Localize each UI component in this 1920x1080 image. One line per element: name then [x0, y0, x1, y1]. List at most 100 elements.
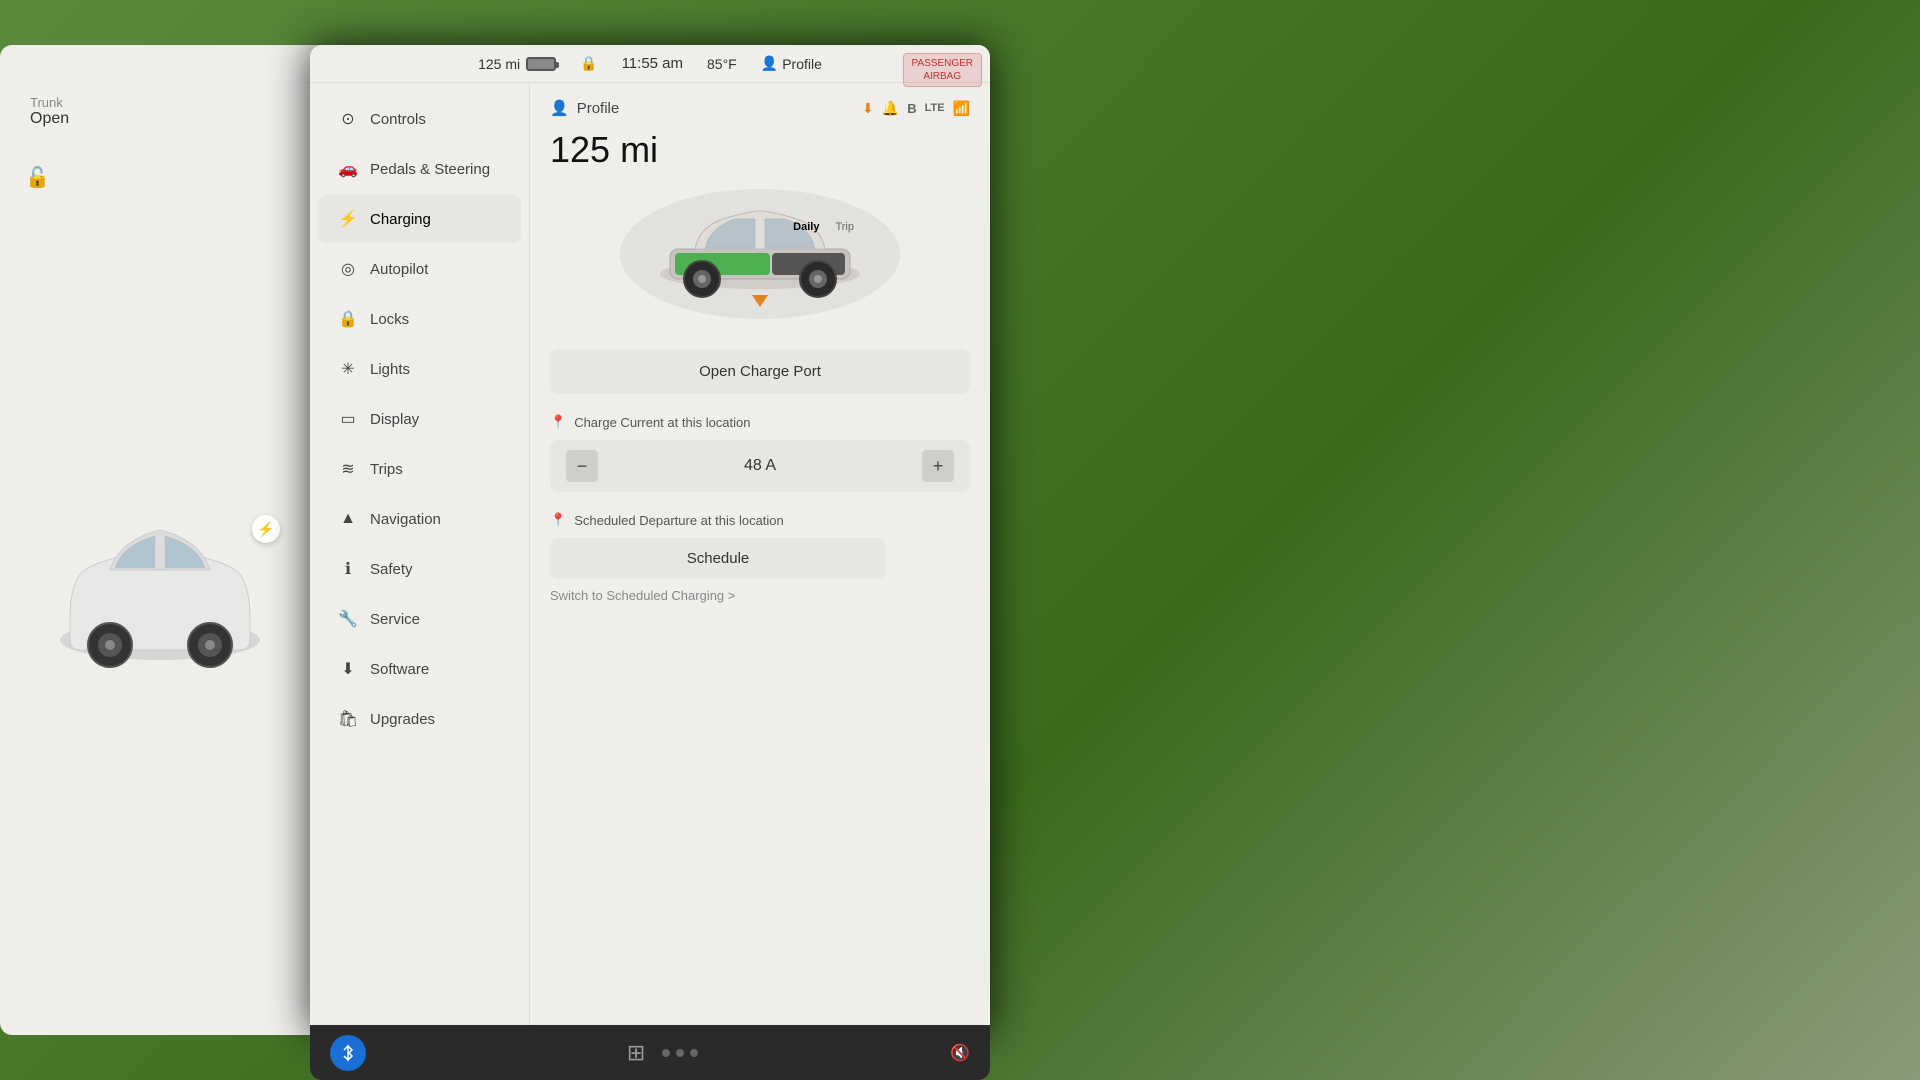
car-svg: [30, 440, 290, 740]
pedals-label: Pedals & Steering: [370, 161, 490, 178]
car-chassis-svg: [640, 199, 880, 309]
current-time: 11:55 am: [622, 55, 683, 72]
controls-label: Controls: [370, 111, 426, 128]
taskbar-center: ⊞: [618, 1035, 698, 1071]
charging-label: Charging: [370, 211, 431, 228]
taskbar-bluetooth-icon[interactable]: [330, 1035, 366, 1071]
charge-level-indicator: [752, 295, 768, 307]
lte-label: LTE: [925, 102, 945, 114]
safety-label: Safety: [370, 561, 413, 578]
sidebar-item-autopilot[interactable]: ◎ Autopilot: [318, 245, 521, 293]
sidebar-item-pedals[interactable]: 🚗 Pedals & Steering: [318, 145, 521, 193]
display-icon: ▭: [338, 409, 358, 429]
service-icon: 🔧: [338, 609, 358, 629]
trunk-status: Open: [30, 110, 69, 128]
taskbar-grid-icon[interactable]: ⊞: [618, 1035, 654, 1071]
current-control: − 48 A +: [550, 440, 970, 492]
scheduled-departure-label: 📍 Scheduled Departure at this location: [550, 512, 970, 528]
navigation-icon: ▲: [338, 509, 358, 529]
schedule-button[interactable]: Schedule: [550, 538, 886, 579]
status-icons: ⬇ 🔔 B LTE 📶: [862, 100, 970, 117]
switch-charging-link[interactable]: Switch to Scheduled Charging >: [550, 587, 970, 605]
sidebar-item-locks[interactable]: 🔒 Locks: [318, 295, 521, 343]
decrement-current-button[interactable]: −: [566, 450, 598, 482]
sidebar-item-charging[interactable]: ⚡ Charging: [318, 195, 521, 243]
location-pin-icon: 📍: [550, 414, 566, 430]
battery-miles: 125 mi: [478, 56, 520, 72]
daily-tab[interactable]: Daily: [787, 219, 825, 235]
taskbar: ⊞ 🔇: [310, 1025, 990, 1080]
battery-tabs: Daily Trip: [787, 219, 860, 235]
bluetooth-svg: [339, 1044, 357, 1062]
service-label: Service: [370, 611, 420, 628]
navigation-label: Navigation: [370, 511, 441, 528]
battery-icon: [526, 57, 556, 71]
profile-icon: 👤: [761, 55, 778, 72]
car-illustration-area: Daily Trip: [550, 179, 970, 329]
lights-label: Lights: [370, 361, 410, 378]
taskbar-dots: [662, 1049, 698, 1057]
bluetooth-status-icon: B: [907, 101, 916, 116]
charging-header: 👤 Profile ⬇ 🔔 B LTE 📶: [550, 99, 970, 117]
trunk-label: Trunk: [30, 95, 69, 110]
current-value-display: 48 A: [744, 457, 776, 475]
charge-current-label: Charge Current at this location: [574, 415, 750, 430]
locks-icon: 🔒: [338, 309, 358, 329]
left-car-panel: Trunk Open 🔓 ⚡: [0, 45, 320, 1035]
sidebar-item-display[interactable]: ▭ Display: [318, 395, 521, 443]
trips-label: Trips: [370, 461, 403, 478]
tesla-screen: PASSENGER AIRBAG 125 mi 🔒 11:55 am 85°F …: [310, 45, 990, 1035]
controls-icon: ⊙: [338, 109, 358, 129]
battery-miles-display: 125 mi: [550, 129, 970, 171]
profile-left: 👤 Profile: [550, 99, 619, 117]
content-profile-label: Profile: [577, 100, 620, 117]
software-icon: ⬇: [338, 659, 358, 679]
software-label: Software: [370, 661, 429, 678]
lights-icon: ✳: [338, 359, 358, 379]
sidebar-item-software[interactable]: ⬇ Software: [318, 645, 521, 693]
upgrades-label: Upgrades: [370, 711, 435, 728]
sidebar: ⊙ Controls 🚗 Pedals & Steering ⚡ Chargin…: [310, 83, 530, 1026]
autopilot-icon: ◎: [338, 259, 358, 279]
profile-label: Profile: [782, 56, 822, 72]
pedals-icon: 🚗: [338, 159, 358, 179]
car-image-area: ⚡: [10, 225, 310, 955]
increment-current-button[interactable]: +: [922, 450, 954, 482]
battery-info: 125 mi: [478, 56, 556, 72]
car-area: Daily Trip: [620, 189, 900, 319]
profile-button[interactable]: 👤 Profile: [761, 55, 822, 72]
mute-icon[interactable]: 🔇: [950, 1045, 970, 1062]
sidebar-item-lights[interactable]: ✳ Lights: [318, 345, 521, 393]
temperature: 85°F: [707, 56, 737, 72]
sidebar-item-navigation[interactable]: ▲ Navigation: [318, 495, 521, 543]
signal-icon: 📶: [953, 100, 970, 117]
status-bar: 125 mi 🔒 11:55 am 85°F 👤 Profile: [310, 45, 990, 83]
display-label: Display: [370, 411, 419, 428]
airbag-badge: PASSENGER AIRBAG: [903, 53, 983, 87]
sidebar-item-upgrades[interactable]: 🛍 Upgrades: [318, 695, 521, 743]
departure-pin-icon: 📍: [550, 512, 566, 528]
sidebar-item-trips[interactable]: ≋ Trips: [318, 445, 521, 493]
sidebar-item-service[interactable]: 🔧 Service: [318, 595, 521, 643]
download-icon: ⬇: [862, 100, 874, 117]
main-content: ⊙ Controls 🚗 Pedals & Steering ⚡ Chargin…: [310, 83, 990, 1026]
sidebar-item-safety[interactable]: ℹ Safety: [318, 545, 521, 593]
lock-icon: 🔓: [25, 165, 50, 190]
autopilot-label: Autopilot: [370, 261, 428, 278]
safety-icon: ℹ: [338, 559, 358, 579]
trip-tab[interactable]: Trip: [829, 219, 860, 235]
taskbar-dot-2: [676, 1049, 684, 1057]
lock-status-icon: 🔒: [580, 55, 597, 72]
sidebar-item-controls[interactable]: ⊙ Controls: [318, 95, 521, 143]
scheduled-departure-text: Scheduled Departure at this location: [574, 513, 784, 528]
open-charge-port-button[interactable]: Open Charge Port: [550, 349, 970, 394]
locks-label: Locks: [370, 311, 409, 328]
profile-person-icon: 👤: [550, 99, 569, 117]
taskbar-left: [330, 1035, 366, 1071]
charge-current-section-label: 📍 Charge Current at this location: [550, 414, 970, 430]
charging-lightning-badge: ⚡: [252, 515, 280, 543]
switch-charging-text[interactable]: Switch to Scheduled Charging >: [550, 588, 735, 603]
trips-icon: ≋: [338, 459, 358, 479]
bell-icon: 🔔: [882, 100, 899, 117]
taskbar-dot-1: [662, 1049, 670, 1057]
